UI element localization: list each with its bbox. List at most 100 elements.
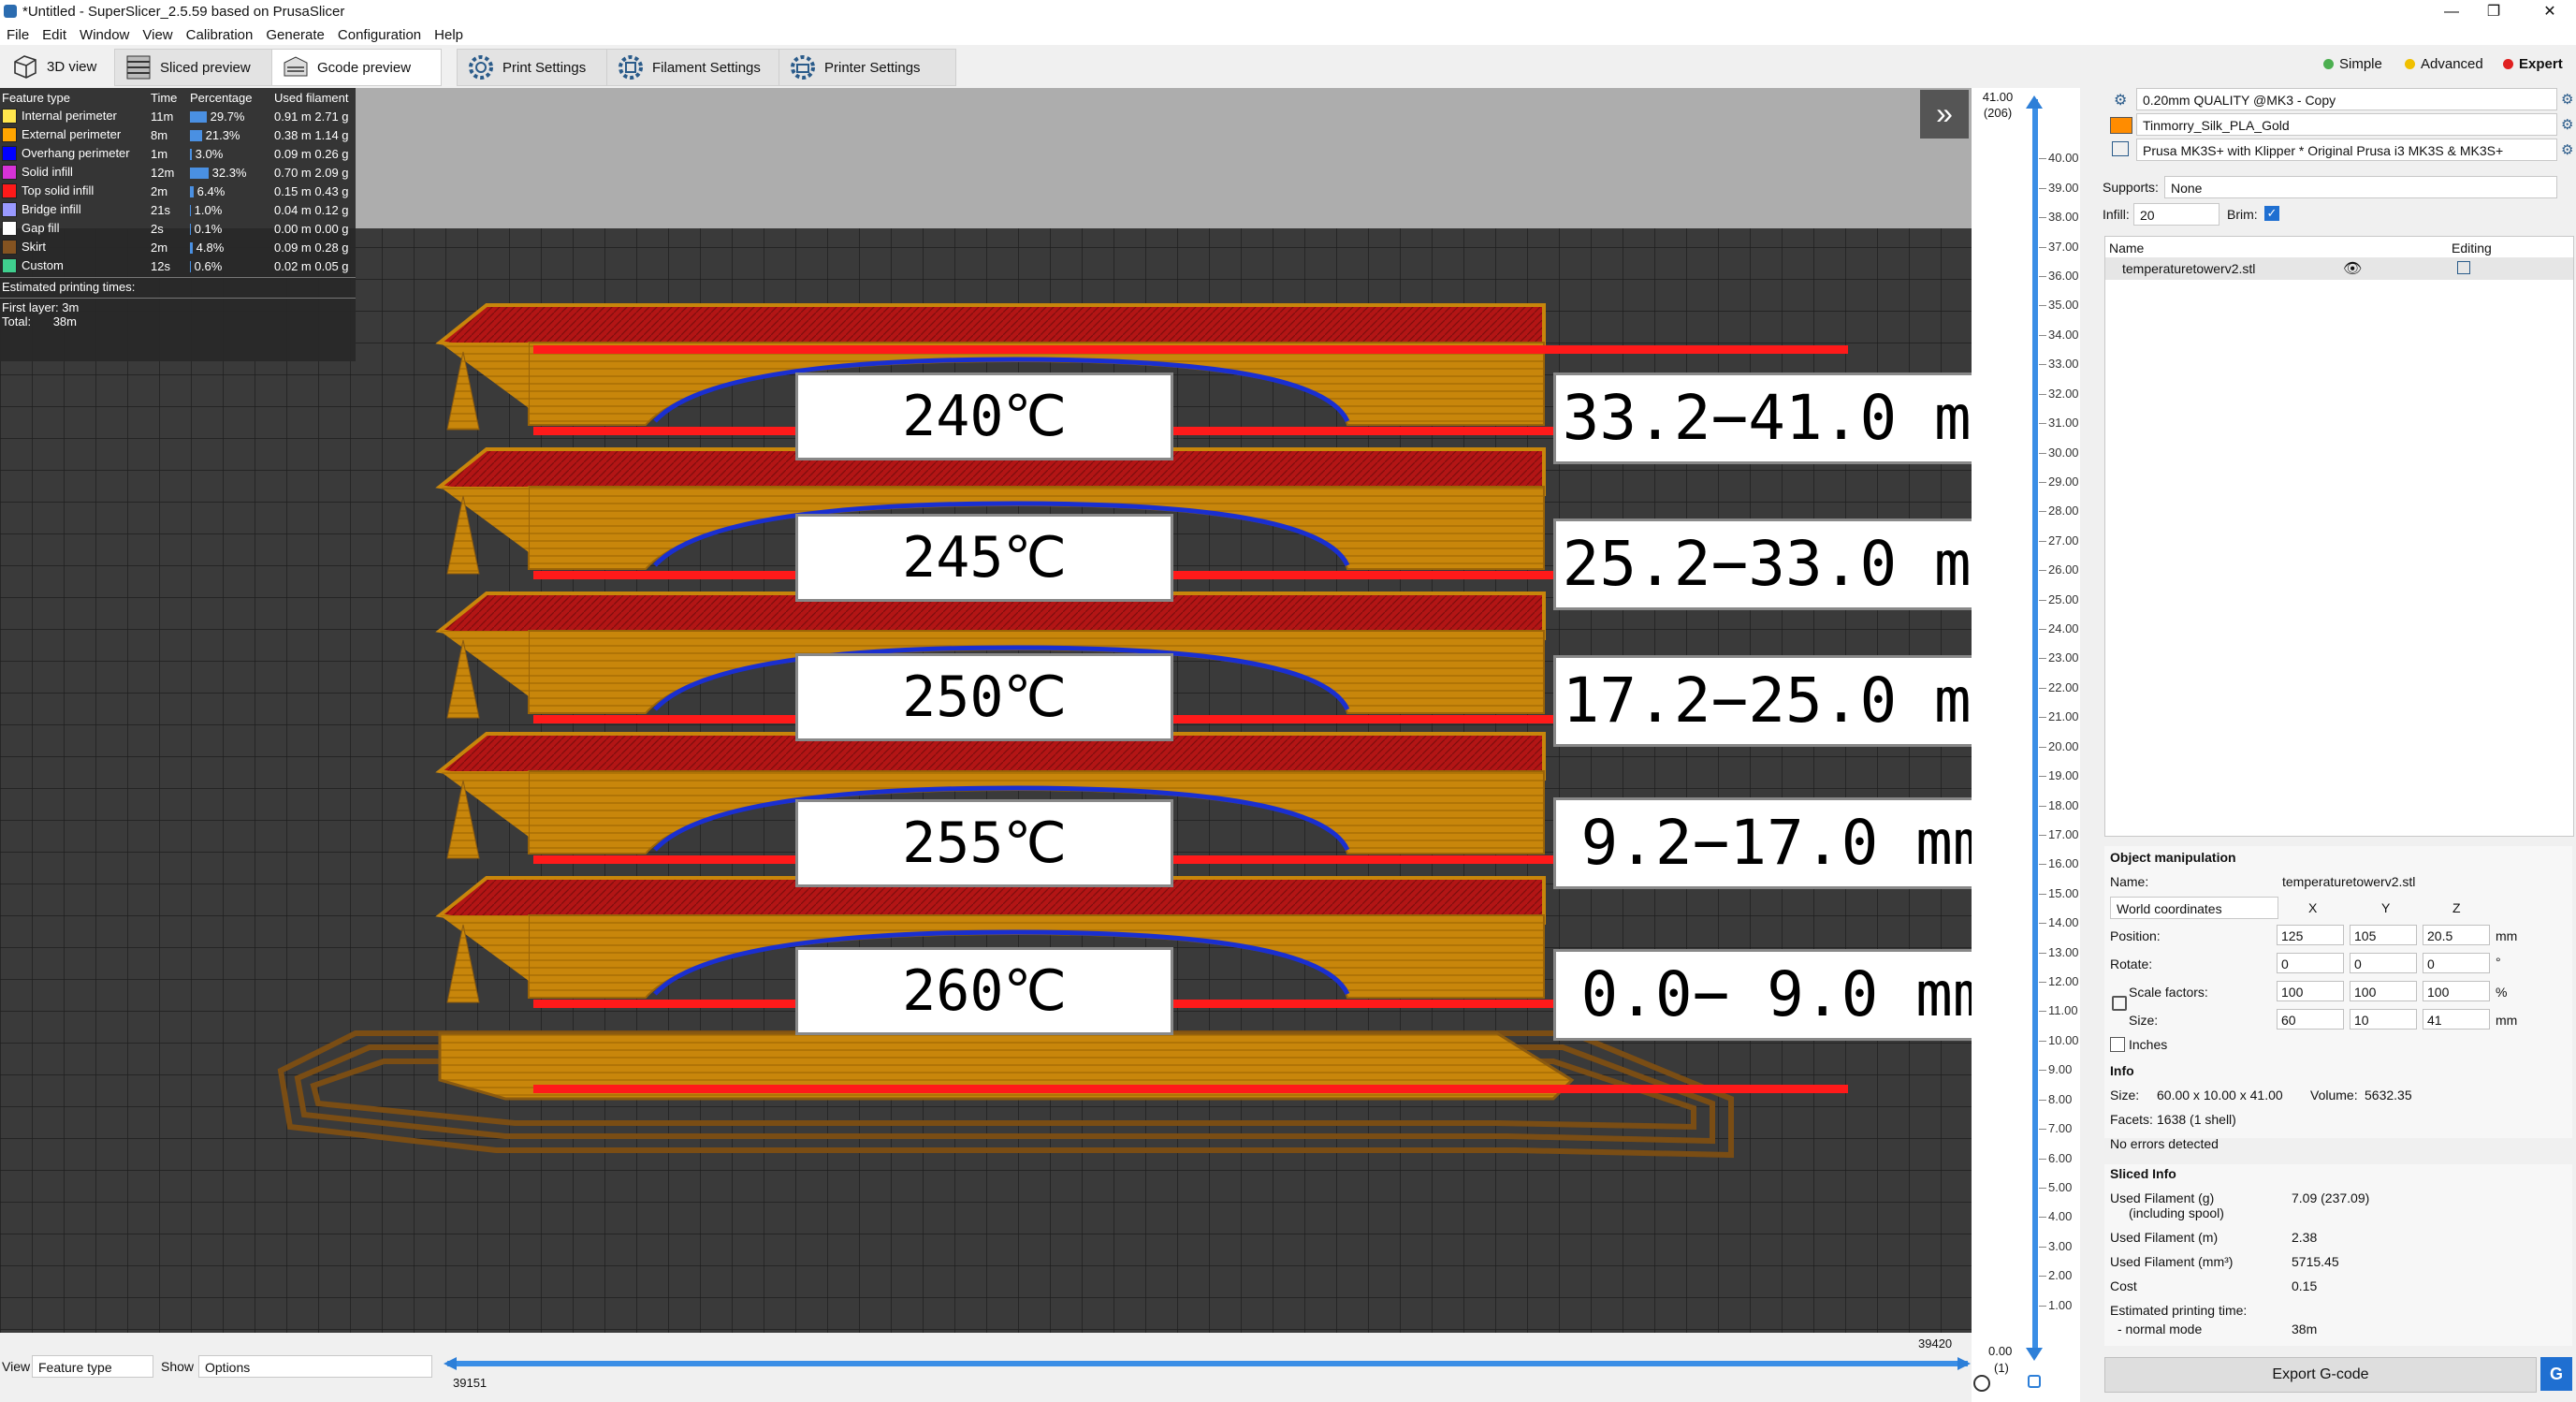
menu-edit[interactable]: Edit bbox=[36, 24, 73, 46]
legend-pct-bar bbox=[190, 111, 207, 124]
legend-row[interactable]: Overhang perimeter 1m 3.0% 0.09 m 0.26 g bbox=[0, 144, 351, 163]
edit-icon[interactable] bbox=[2457, 261, 2470, 274]
move-slider-track[interactable] bbox=[447, 1361, 1968, 1366]
gear-icon bbox=[467, 53, 495, 81]
object-row[interactable]: temperaturetowerv2.stl 👁 bbox=[2105, 257, 2573, 280]
printer-preset-settings-icon[interactable]: ⚙ bbox=[2561, 141, 2573, 158]
feature-legend: Feature type Time Percentage Used filame… bbox=[0, 88, 356, 361]
legend-used-m: 0.04 m bbox=[274, 202, 312, 217]
rotate-z-field[interactable]: 0 bbox=[2423, 953, 2490, 973]
tab-printer-settings[interactable]: Printer Settings bbox=[779, 49, 956, 86]
legend-row[interactable]: Internal perimeter 11m 29.7% 0.91 m 2.71 g bbox=[0, 107, 351, 125]
print-preset-combo[interactable]: 0.20mm QUALITY @MK3 - Copy bbox=[2136, 88, 2557, 110]
coordinates-combo[interactable]: World coordinates bbox=[2110, 897, 2278, 919]
tab-sliced-preview[interactable]: Sliced preview bbox=[114, 49, 284, 86]
gcode-icon bbox=[282, 53, 310, 81]
legend-row[interactable]: External perimeter 8m 21.3% 0.38 m 1.14 g bbox=[0, 125, 351, 144]
lock-icon[interactable] bbox=[2028, 1375, 2041, 1388]
scale-y-field[interactable]: 100 bbox=[2350, 981, 2417, 1001]
sliced-info-panel: Sliced Info Used Filament (g) 7.09 (237.… bbox=[2104, 1164, 2572, 1346]
eye-icon[interactable]: 👁 bbox=[2343, 259, 2362, 278]
sliced-info-title: Sliced Info bbox=[2110, 1166, 2176, 1181]
layer-tick: 7.00 bbox=[2048, 1121, 2073, 1136]
inches-checkbox[interactable] bbox=[2110, 1037, 2125, 1052]
close-button[interactable]: ✕ bbox=[2531, 2, 2569, 22]
sliced-row-label: (including spool) bbox=[2129, 1205, 2224, 1220]
menu-window[interactable]: Window bbox=[73, 24, 136, 46]
legend-row[interactable]: Gap fill 2s 0.1% 0.00 m 0.00 g bbox=[0, 219, 351, 238]
legend-row[interactable]: Skirt 2m 4.8% 0.09 m 0.28 g bbox=[0, 238, 351, 256]
brim-checkbox[interactable]: ✓ bbox=[2264, 206, 2279, 221]
position-y-field[interactable]: 105 bbox=[2350, 925, 2417, 945]
legend-pct-bar bbox=[190, 261, 191, 273]
axis-z-label: Z bbox=[2452, 900, 2461, 915]
rotate-y-field[interactable]: 0 bbox=[2350, 953, 2417, 973]
layer-slider[interactable]: 41.00 (206) 40.00 39.00 38.00 37.00 36.00 35.… bbox=[1972, 88, 2099, 1402]
export-gcode-button[interactable]: Export G-code bbox=[2104, 1357, 2537, 1393]
range-label-3: 17.2−25.0 mm bbox=[1553, 655, 1972, 747]
menu-calibration[interactable]: Calibration bbox=[180, 24, 260, 46]
show-options-combo[interactable]: Options bbox=[198, 1355, 432, 1378]
legend-used-g: 0.05 g bbox=[314, 258, 349, 273]
layer-tick-mark bbox=[2039, 246, 2046, 248]
collapse-sidebar-button[interactable]: » bbox=[1920, 90, 1969, 139]
filament-preset-settings-icon[interactable]: ⚙ bbox=[2561, 116, 2573, 133]
legend-row[interactable]: Custom 12s 0.6% 0.02 m 0.05 g bbox=[0, 256, 351, 275]
mode-expert[interactable]: Expert bbox=[2503, 56, 2563, 72]
supports-combo[interactable]: None bbox=[2164, 176, 2557, 198]
printer-preset-combo[interactable]: Prusa MK3S+ with Klipper * Original Prus… bbox=[2136, 139, 2557, 161]
tab-label: Filament Settings bbox=[652, 59, 761, 76]
menu-file[interactable]: File bbox=[0, 24, 36, 46]
mode-advanced[interactable]: Advanced bbox=[2405, 56, 2483, 72]
layer-tick-mark bbox=[2039, 629, 2046, 631]
rotate-x-field[interactable]: 0 bbox=[2277, 953, 2344, 973]
layer-tick: 28.00 bbox=[2048, 504, 2079, 518]
position-x-field[interactable]: 125 bbox=[2277, 925, 2344, 945]
menu-configuration[interactable]: Configuration bbox=[331, 24, 428, 46]
legend-used-m: 0.09 m bbox=[274, 240, 312, 255]
filament-preset-combo[interactable]: Tinmorry_Silk_PLA_Gold bbox=[2136, 113, 2557, 136]
legend-row[interactable]: Top solid infill 2m 6.4% 0.15 m 0.43 g bbox=[0, 182, 351, 200]
menu-help[interactable]: Help bbox=[428, 24, 470, 46]
mode-dot bbox=[2323, 59, 2334, 69]
layer-tick: 21.00 bbox=[2048, 709, 2079, 724]
size-y-field[interactable]: 10 bbox=[2350, 1009, 2417, 1030]
send-gcode-icon[interactable]: G bbox=[2540, 1357, 2572, 1391]
scale-z-field[interactable]: 100 bbox=[2423, 981, 2490, 1001]
object-list[interactable]: Name Editing temperaturetowerv2.stl 👁 bbox=[2104, 236, 2574, 837]
menu-generate[interactable]: Generate bbox=[259, 24, 331, 46]
tab-print-settings[interactable]: Print Settings bbox=[457, 49, 618, 86]
legend-pct: 29.7% bbox=[188, 107, 272, 125]
gcode-viewport[interactable]: Feature type Time Percentage Used filame… bbox=[0, 88, 1972, 1333]
tab-bar: 3D view Sliced preview Gcode preview Pri… bbox=[0, 45, 2576, 89]
size-z-field[interactable]: 41 bbox=[2423, 1009, 2490, 1030]
size-x-field[interactable]: 60 bbox=[2277, 1009, 2344, 1030]
layer-tick-mark bbox=[2039, 834, 2046, 836]
maximize-button[interactable]: ❐ bbox=[2475, 2, 2512, 22]
scale-lock-icon[interactable] bbox=[2112, 996, 2127, 1011]
legend-row[interactable]: Solid infill 12m 32.3% 0.70 m 2.09 g bbox=[0, 163, 351, 182]
move-slider-left-handle[interactable] bbox=[444, 1357, 457, 1370]
position-z-field[interactable]: 20.5 bbox=[2423, 925, 2490, 945]
scale-x-field[interactable]: 100 bbox=[2277, 981, 2344, 1001]
tab-gcode-preview[interactable]: Gcode preview bbox=[271, 49, 442, 86]
mode-label: Expert bbox=[2519, 56, 2563, 72]
legend-row[interactable]: Bridge infill 21s 1.0% 0.04 m 0.12 g bbox=[0, 200, 351, 219]
filament-color-swatch[interactable] bbox=[2110, 117, 2132, 134]
menu-view[interactable]: View bbox=[136, 24, 179, 46]
tab-filament-settings[interactable]: Filament Settings bbox=[606, 49, 791, 86]
infill-combo[interactable]: 20 bbox=[2133, 203, 2219, 226]
layer-tick: 20.00 bbox=[2048, 738, 2079, 753]
minimize-button[interactable]: — bbox=[2433, 2, 2470, 22]
print-preset-settings-icon[interactable]: ⚙ bbox=[2561, 91, 2573, 108]
mode-simple[interactable]: Simple bbox=[2323, 56, 2382, 72]
layer-tick-mark bbox=[2039, 1099, 2046, 1101]
cube-icon bbox=[11, 52, 39, 80]
tab-3d-view[interactable]: 3D view bbox=[2, 49, 119, 84]
slider-bottom-handle[interactable] bbox=[2026, 1348, 2043, 1361]
slider-top-handle[interactable] bbox=[2026, 95, 2043, 109]
settings-cog-icon[interactable] bbox=[1973, 1375, 1990, 1392]
move-slider-right-handle[interactable] bbox=[1957, 1357, 1971, 1370]
view-type-combo[interactable]: Feature type bbox=[32, 1355, 153, 1378]
slider-track[interactable] bbox=[2032, 99, 2038, 1353]
